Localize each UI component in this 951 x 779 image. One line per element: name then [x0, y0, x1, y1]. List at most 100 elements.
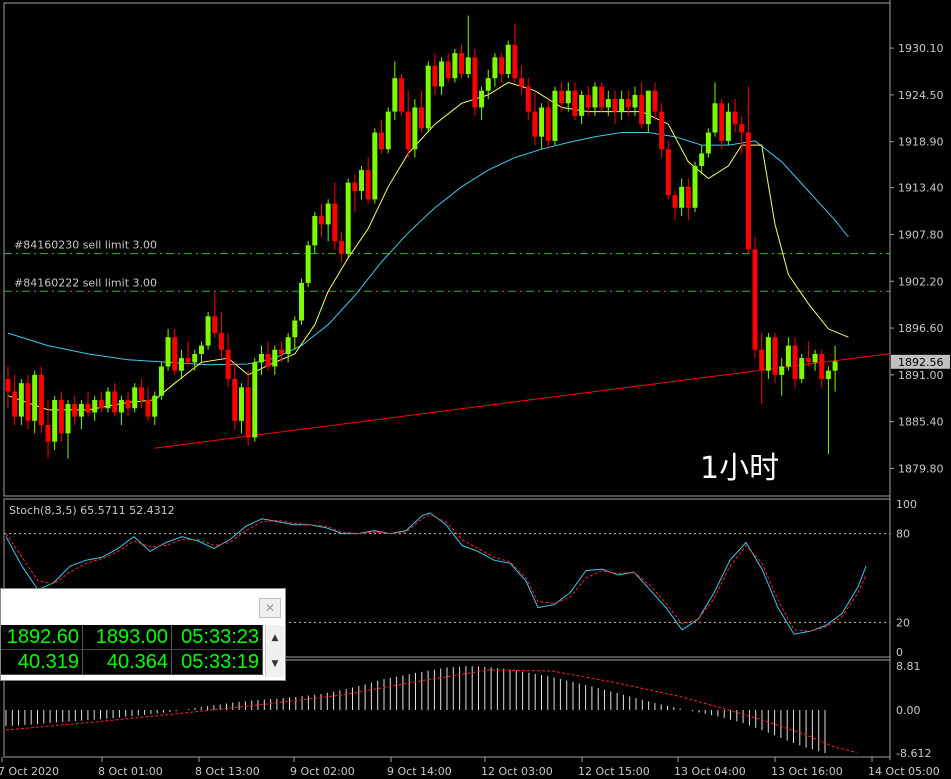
candle-body [625, 99, 631, 108]
candle-body [52, 399, 58, 442]
candle-body [145, 399, 151, 417]
candle-body [105, 391, 111, 409]
time-tick-label: 7 Oct 2020 [0, 765, 59, 778]
price-tick-label: 1891.00 [898, 369, 944, 382]
candle-body [172, 337, 178, 371]
candle-body [679, 186, 685, 208]
price-pane: 1930.10 1924.50 1918.90 1913.40 1907.80 1902.… [4, 15, 950, 486]
time-tick-label: 14 Oct 05:00 [868, 765, 940, 778]
candle-body [25, 383, 31, 421]
candle-body [812, 353, 818, 363]
stoch-tick-label: 80 [896, 528, 910, 541]
candle-body [92, 399, 98, 413]
candle-body [685, 186, 691, 208]
candle-body [399, 78, 405, 112]
candle-body [85, 404, 91, 413]
candle-body [352, 182, 358, 192]
time-tick-label: 12 Oct 15:00 [578, 765, 650, 778]
candle-body [579, 94, 585, 116]
current-price-label: 1892.56 [898, 356, 944, 369]
quote-panel-header: ✕ [1, 589, 285, 624]
candle-body [452, 53, 458, 79]
candle-body [512, 44, 518, 79]
candle-body [705, 132, 711, 154]
candle-body [665, 149, 671, 196]
candle-body [205, 316, 211, 346]
candle-body [318, 216, 324, 225]
candle-body [365, 170, 371, 200]
candle-body [379, 132, 385, 150]
close-button[interactable]: ✕ [259, 598, 281, 618]
candle-body [198, 345, 204, 354]
scroll-down-icon[interactable]: ▼ [266, 651, 284, 677]
time-tick-label: 9 Oct 02:00 [290, 765, 355, 778]
candle-body [112, 391, 118, 413]
candle-body [192, 353, 198, 363]
price-tick-label: 1924.50 [898, 89, 944, 102]
candle-body [672, 195, 678, 208]
candle-body [212, 316, 218, 334]
quote-cell: 40.319 [1, 649, 83, 675]
candle-body [492, 57, 498, 79]
candle-body [98, 399, 104, 409]
candle-body [439, 61, 445, 87]
stoch-title: Stoch(8,3,5) 65.5711 52.4312 [9, 504, 175, 517]
candle-body [38, 374, 44, 425]
candle-body [258, 353, 264, 363]
candle-body [539, 107, 545, 137]
candle-body [825, 370, 831, 380]
candle-body [785, 345, 791, 367]
candle-body [565, 90, 571, 104]
candle-body [459, 53, 465, 75]
candle-body [298, 282, 304, 321]
candle-body [752, 249, 758, 350]
candle-body [819, 353, 825, 380]
candle-body [392, 78, 398, 112]
osc-signal-line [5, 669, 857, 753]
candle-body [412, 107, 418, 150]
candle-body [425, 65, 431, 129]
candle-body [599, 86, 605, 108]
time-tick-label: 8 Oct 13:00 [195, 765, 260, 778]
candle-body [332, 203, 338, 242]
quote-row[interactable]: 40.319 40.364 05:33:19 [1, 649, 263, 675]
time-tick-label: 8 Oct 01:00 [98, 765, 163, 778]
candle-body [472, 57, 478, 108]
quote-cell: 40.364 [82, 649, 172, 675]
candle-body [619, 99, 625, 112]
candle-body [5, 379, 11, 392]
candle-body [158, 366, 164, 396]
candle-body [432, 65, 438, 87]
scroll-up-icon[interactable]: ▲ [266, 625, 284, 651]
quote-scrollbar[interactable]: ▲ ▼ [265, 625, 284, 677]
candle-body [585, 94, 591, 108]
candle-body [252, 362, 258, 438]
price-tick-label: 1913.40 [898, 182, 944, 195]
order-label: #84160222 sell limit 3.00 [14, 276, 157, 289]
candle-body [499, 57, 505, 75]
osc-tick-label: 0.00 [896, 704, 921, 717]
candle-body [165, 337, 171, 367]
candle-body [772, 337, 778, 375]
candle-body [552, 90, 558, 141]
quote-cell: 05:33:23 [171, 625, 263, 650]
candle-body [78, 404, 84, 417]
quote-cell: 05:33:19 [171, 649, 263, 675]
osc-tick-label: 8.81 [896, 660, 921, 673]
quote-cell: 1893.00 [82, 625, 172, 650]
quote-row[interactable]: 1892.60 1893.00 05:33:23 [1, 625, 263, 650]
candle-body [238, 387, 244, 421]
price-tick-label: 1896.60 [898, 322, 944, 335]
candle-body [792, 345, 798, 380]
candle-body [385, 111, 391, 150]
candle-body [519, 78, 525, 87]
candle-body [559, 90, 565, 104]
candle-body [739, 124, 745, 133]
candle-body [58, 399, 64, 434]
candle-body [725, 111, 731, 141]
candle-body [479, 90, 485, 108]
price-tick-label: 1907.80 [898, 228, 944, 241]
candle-body [272, 349, 278, 367]
candle-body [265, 353, 271, 367]
candle-body [805, 358, 811, 363]
